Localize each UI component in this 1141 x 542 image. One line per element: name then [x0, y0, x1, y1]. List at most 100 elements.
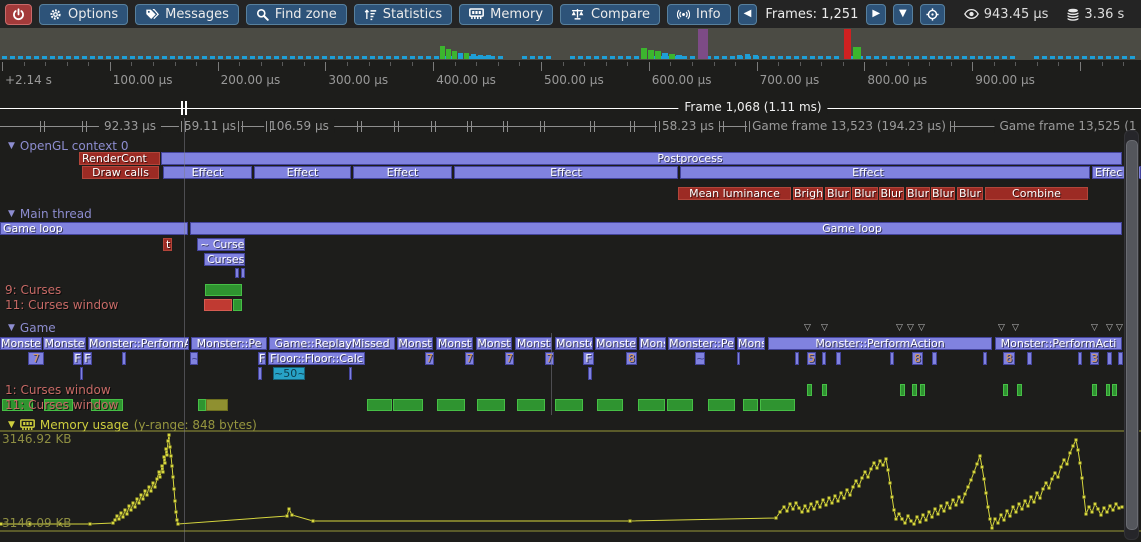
zone-bar[interactable]: [737, 352, 740, 365]
zone-bar[interactable]: [932, 352, 937, 365]
zone-blur[interactable]: Blur: [906, 187, 930, 200]
zone-7[interactable]: 7: [545, 352, 554, 365]
zone-7[interactable]: 7: [465, 352, 474, 365]
zone-8[interactable]: 8: [912, 352, 923, 365]
primary-frame-label[interactable]: Frame 1,068 (1.11 ms): [678, 100, 827, 114]
toolbar-button-compare[interactable]: Compare: [560, 4, 660, 25]
frame-marker-icon[interactable]: ▽: [804, 324, 811, 333]
lock-event-bar[interactable]: [555, 399, 583, 411]
frame-separator-rows[interactable]: Frame 1,068 (1.11 ms) 92.33 µs59.11 µs10…: [0, 96, 1141, 138]
zone-monste[interactable]: Monste: [0, 337, 42, 350]
zone-blur[interactable]: Blur: [852, 187, 878, 200]
toolbar-button-statistics[interactable]: Statistics: [354, 4, 452, 25]
thread-header-game[interactable]: ▼Game: [8, 321, 56, 335]
zone-brigh[interactable]: Brigh: [793, 187, 823, 200]
zone-7[interactable]: 7: [425, 352, 434, 365]
frame-marker-icon[interactable]: ▽: [896, 324, 903, 333]
vertical-scrollbar-thumb[interactable]: [1126, 140, 1138, 530]
zone-bar[interactable]: [349, 367, 352, 380]
zone-bar[interactable]: [1107, 352, 1112, 365]
zone--[interactable]: ~: [695, 352, 705, 365]
zone-combine[interactable]: Combine: [985, 187, 1088, 200]
zone-curses[interactable]: Curses: [204, 253, 245, 266]
zone-bar[interactable]: [258, 367, 262, 380]
frame-marker-icon[interactable]: ▽: [821, 324, 828, 333]
frame-marker-icon[interactable]: ▽: [918, 324, 925, 333]
zone-ti[interactable]: ti: [163, 238, 172, 251]
zone-blur[interactable]: Blur: [879, 187, 904, 200]
zone-monste[interactable]: Monste: [555, 337, 593, 350]
zone-game-loop[interactable]: Game loop: [0, 222, 188, 235]
zone-blur[interactable]: Blur: [957, 187, 983, 200]
lock-event-bar[interactable]: [1003, 384, 1008, 396]
zone-bar[interactable]: [822, 352, 826, 365]
zone-bar[interactable]: [235, 268, 239, 278]
zone-5[interactable]: 5: [807, 352, 816, 365]
lock-event-bar[interactable]: [1112, 384, 1117, 396]
lock-event-bar[interactable]: [367, 399, 392, 411]
lock-event-bar[interactable]: [807, 384, 812, 396]
prev-frame-button[interactable]: ◀: [738, 4, 758, 25]
next-frame-button[interactable]: ▶: [866, 4, 886, 25]
toolbar-button-info[interactable]: Info: [667, 4, 731, 25]
zone-floor-floor-calc[interactable]: Floor::Floor::Calc: [268, 352, 365, 365]
frame-marker-icon[interactable]: ▽: [1012, 324, 1019, 333]
zone-bar[interactable]: [241, 268, 245, 278]
zone--curses[interactable]: ~ Curses: [197, 238, 245, 251]
zone-bar[interactable]: [983, 352, 987, 365]
lock-event-bar[interactable]: [206, 399, 228, 411]
frame-marker-icon[interactable]: ▽: [998, 324, 1005, 333]
frame-marker-icon[interactable]: ▽: [1106, 324, 1113, 333]
lock-event-bar[interactable]: [667, 399, 693, 411]
lock-event-bar[interactable]: [597, 399, 623, 411]
lock-event-bar[interactable]: [1106, 384, 1110, 396]
zone-monster-pe[interactable]: Monster::Pe: [191, 337, 267, 350]
toolbar-button-messages[interactable]: Messages: [135, 4, 239, 25]
zone-blur[interactable]: Blur: [825, 187, 851, 200]
zone-f[interactable]: F: [583, 352, 594, 365]
zone-postprocess[interactable]: Postprocess: [161, 152, 1122, 165]
lock-event-bar[interactable]: [437, 399, 465, 411]
zone-monster-performacti[interactable]: Monster::PerformActi: [995, 337, 1122, 350]
thread-header-main-thread[interactable]: ▼Main thread: [8, 207, 92, 221]
zone-effect[interactable]: Effect: [254, 166, 351, 179]
zone-bar[interactable]: [836, 352, 841, 365]
zone--[interactable]: ~: [190, 352, 198, 365]
zone-effect[interactable]: Effect: [680, 166, 1090, 179]
zone-monster-pe[interactable]: Monster::Pe: [668, 337, 735, 350]
lock-event-bar[interactable]: [204, 299, 232, 311]
zone-effect[interactable]: Effect: [163, 166, 252, 179]
zone-effect[interactable]: Effect: [454, 166, 678, 179]
lock-event-bar[interactable]: [205, 284, 242, 296]
focus-frame-button[interactable]: [920, 4, 945, 25]
zone-3[interactable]: 3: [1090, 352, 1099, 365]
zone-bar[interactable]: [122, 352, 126, 365]
zone-monste[interactable]: Monste: [595, 337, 637, 350]
zone-8[interactable]: 8: [626, 352, 637, 365]
lock-event-bar[interactable]: [822, 384, 827, 396]
secondary-frame-label[interactable]: 59.11 µs: [179, 119, 241, 133]
zone-f[interactable]: F: [73, 352, 82, 365]
lock-event-bar[interactable]: [708, 399, 735, 411]
toolbar-button-memory[interactable]: Memory: [459, 4, 553, 25]
lock-event-bar[interactable]: [920, 384, 925, 396]
toolbar-button-find-zone[interactable]: Find zone: [246, 4, 347, 25]
zone-bar[interactable]: [1118, 352, 1123, 365]
secondary-frame-label[interactable]: 58.23 µs: [657, 119, 719, 133]
zone-bar[interactable]: [1027, 352, 1032, 365]
lock-event-bar[interactable]: [517, 399, 545, 411]
zone-mons[interactable]: Mons: [639, 337, 666, 350]
lock-event-bar[interactable]: [198, 399, 206, 411]
frame-marker-icon[interactable]: ▽: [1116, 324, 1123, 333]
lock-event-bar[interactable]: [900, 384, 905, 396]
zone-monst[interactable]: Monst: [515, 337, 552, 350]
goto-frame-button[interactable]: ▼: [893, 4, 913, 25]
lock-event-bar[interactable]: [1092, 384, 1097, 396]
lock-event-bar[interactable]: [477, 399, 505, 411]
zone-draw-calls[interactable]: Draw calls: [82, 166, 159, 179]
zone-7[interactable]: 7: [28, 352, 44, 365]
lock-event-bar[interactable]: [233, 299, 242, 311]
lock-event-bar[interactable]: [912, 384, 917, 396]
memory-usage-header[interactable]: ▼ Memory usage (y-range: 848 bytes): [8, 418, 257, 432]
power-button[interactable]: [5, 4, 32, 25]
